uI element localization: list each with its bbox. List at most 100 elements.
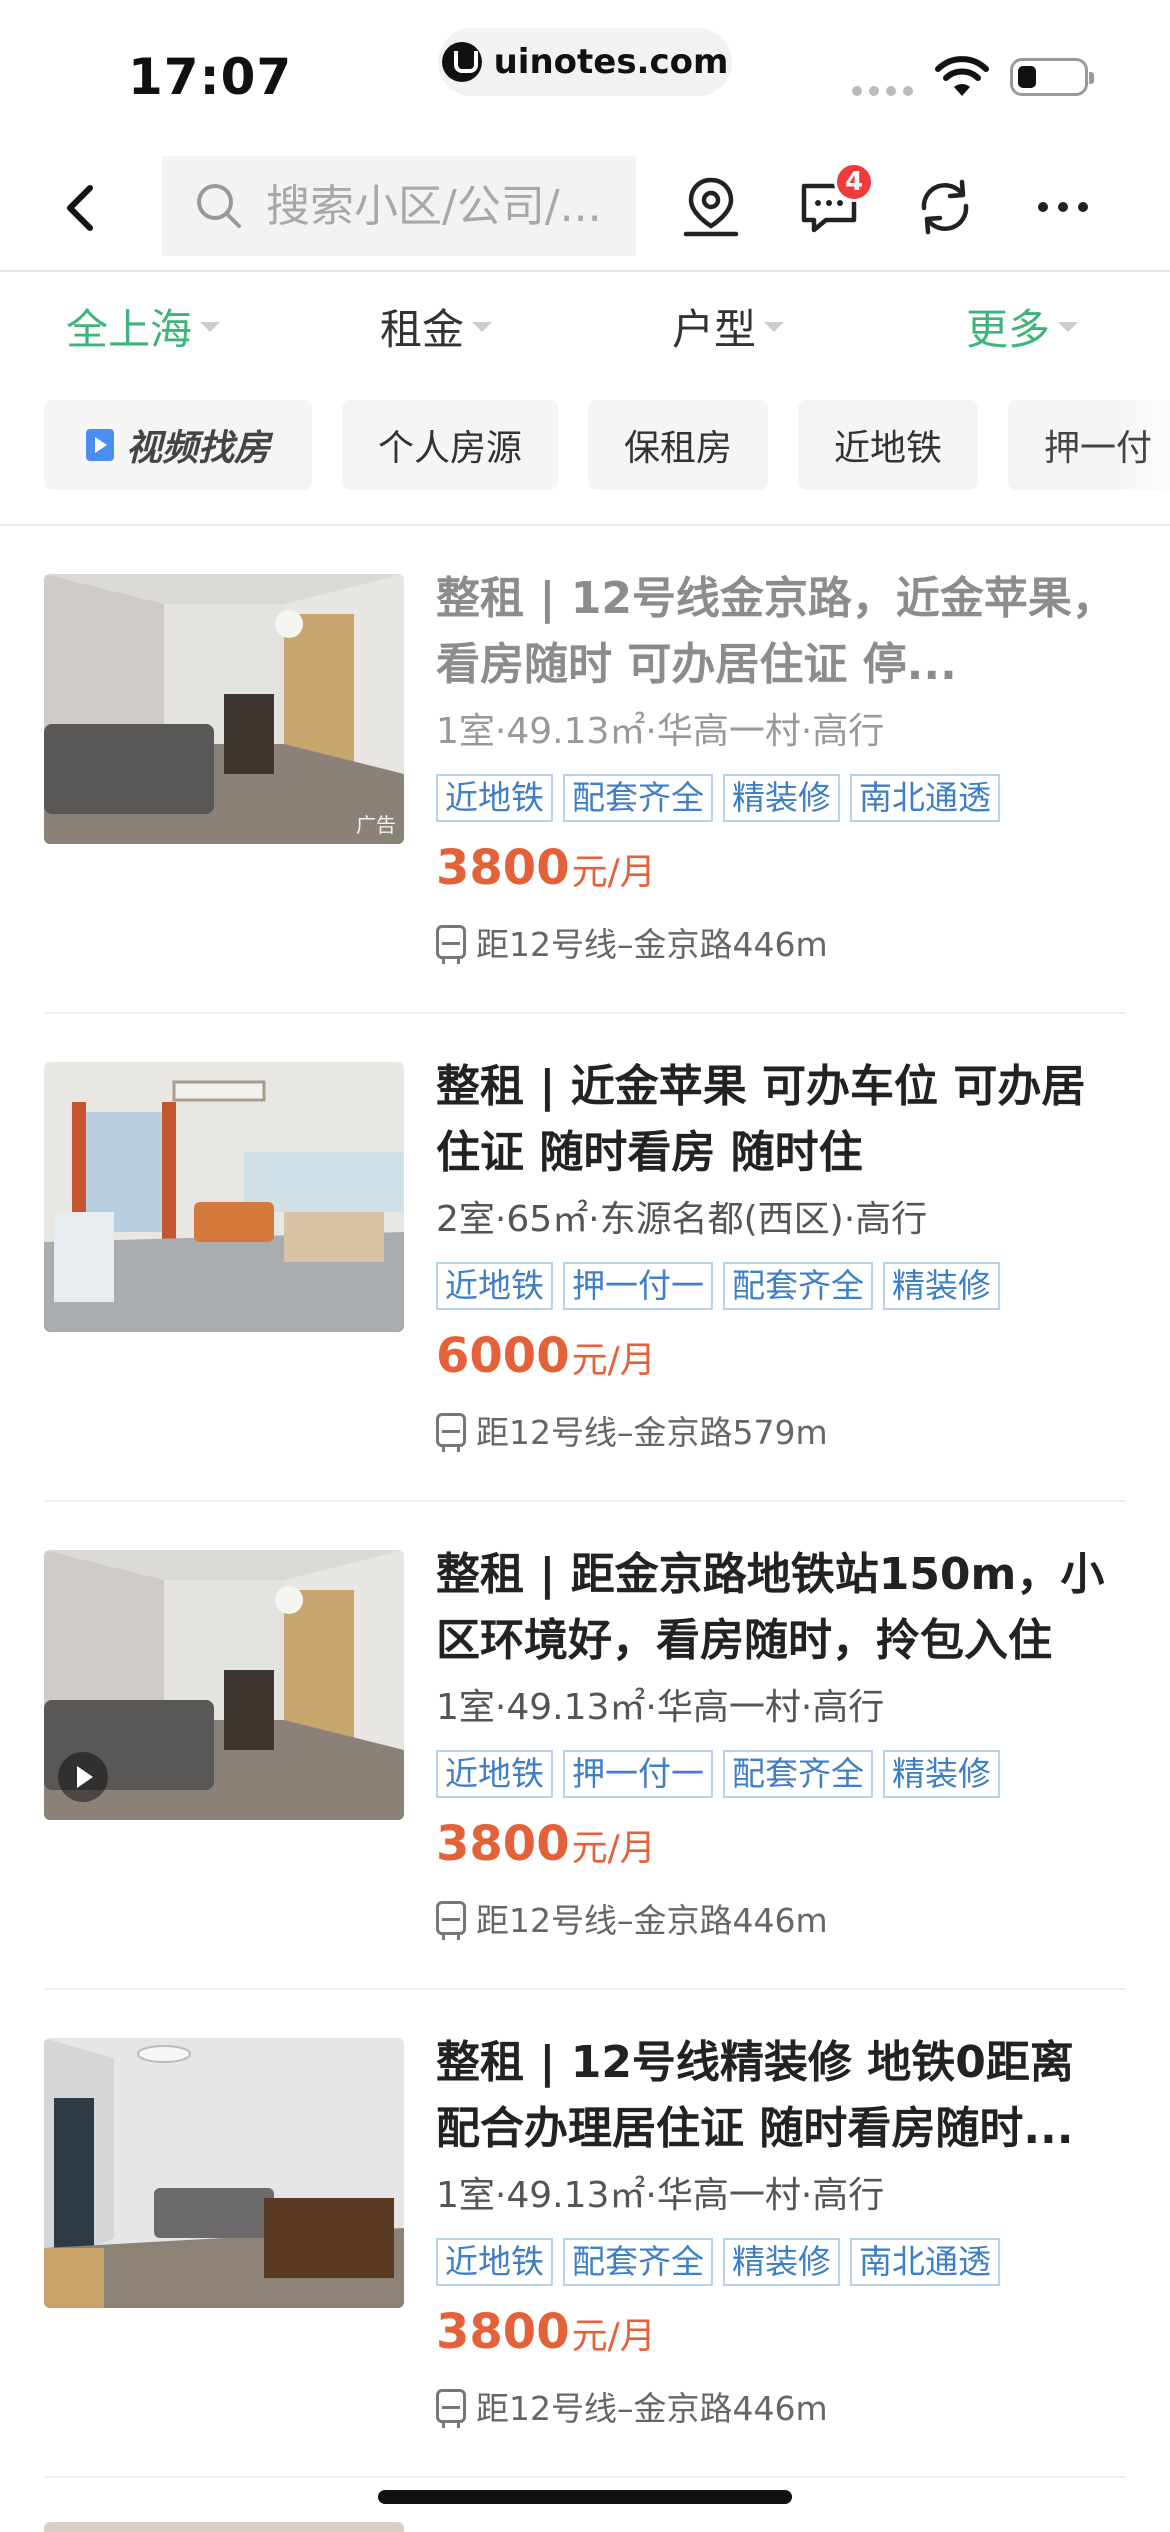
listing-photo — [44, 2038, 404, 2308]
url-text: uinotes.com — [493, 42, 729, 82]
message-badge: 4 — [834, 162, 874, 202]
feature-tag: 近地铁 — [436, 774, 553, 822]
feature-tag: 配套齐全 — [723, 1750, 873, 1798]
quick-tag-label: 视频找房 — [125, 428, 270, 469]
filter-region[interactable]: 全上海 — [66, 296, 221, 357]
listing-meta: 2室·65㎡·东源名都(西区)·高行 — [436, 1199, 928, 1240]
subway-distance: 距12号线–金京路446m — [476, 925, 828, 964]
subway-icon — [436, 1413, 466, 1452]
subway-icon — [436, 2389, 466, 2428]
filter-row: 全上海 租金 户型 更多 — [0, 274, 1170, 382]
price-value: 3800 — [436, 840, 570, 896]
price-value: 6000 — [436, 1328, 570, 1384]
listing-card[interactable]: 广告 整租 | 12号线金京路，近金苹果，看房随时 可办居住证 停... 1室·… — [44, 526, 1126, 1014]
feature-tag: 押一付一 — [563, 1750, 713, 1798]
subway-icon — [436, 925, 466, 964]
feature-tag: 近地铁 — [436, 1750, 553, 1798]
listing-photo — [44, 1550, 404, 1820]
listing-tags: 近地铁 押一付一 配套齐全 精装修 — [436, 1750, 1126, 1798]
price-unit: 元/月 — [571, 852, 656, 893]
feature-tag: 精装修 — [883, 1750, 1000, 1798]
filter-more[interactable]: 更多 — [966, 296, 1079, 357]
feature-tag: 配套齐全 — [723, 1262, 873, 1310]
listing-title: 整租 | 近金苹果 可办车位 可办居住证 随时看房 随时住 — [436, 1061, 1086, 1178]
quick-tag-deposit[interactable]: 押一付 — [1008, 400, 1170, 490]
search-box[interactable] — [162, 156, 636, 256]
listing-card[interactable]: 整租 | 近金苹果 可办车位 可办居住证 随时看房 随时住 2室·65㎡·东源名… — [44, 1014, 1126, 1502]
listing-title: 整租 | 距金京路地铁站150m，小区环境好，看房随时，拎包入住 — [436, 1549, 1105, 1666]
listing-meta: 1室·49.13㎡·华高一村·高行 — [436, 711, 885, 752]
subway-distance: 距12号线–金京路446m — [476, 1901, 828, 1940]
filter-rent[interactable]: 租金 — [380, 296, 493, 357]
listing-meta: 1室·49.13㎡·华高一村·高行 — [436, 2175, 885, 2216]
quick-tag-label: 押一付 — [1044, 428, 1153, 469]
listing-info: 整租 | 12号线金京路，近金苹果，看房随时 可办居住证 停... 1室·49.… — [436, 566, 1126, 968]
price-unit: 元/月 — [571, 2316, 656, 2357]
refresh-icon[interactable] — [912, 174, 978, 240]
quick-tag-row: 视频找房 个人房源 保租房 近地铁 押一付 — [44, 400, 1170, 490]
feature-tag: 近地铁 — [436, 2238, 553, 2286]
feature-tag: 押一付一 — [563, 1262, 713, 1310]
chevron-down-icon — [1058, 321, 1079, 332]
listing-tags: 近地铁 押一付一 配套齐全 精装修 — [436, 1262, 1126, 1310]
subway-distance: 距12号线–金京路446m — [476, 2389, 828, 2428]
quick-tag-label: 个人房源 — [377, 428, 522, 469]
chevron-down-icon — [764, 321, 785, 332]
url-pill[interactable]: uinotes.com — [438, 28, 732, 96]
feature-tag: 精装修 — [723, 774, 840, 822]
listing-subway: 距12号线–金京路446m — [436, 916, 1126, 968]
quick-tag-guaranteed[interactable]: 保租房 — [588, 400, 768, 490]
price-unit: 元/月 — [571, 1828, 656, 1869]
feature-tag: 精装修 — [883, 1262, 1000, 1310]
quick-tag-label: 保租房 — [623, 428, 732, 469]
status-bar: 17:07 uinotes.com — [0, 0, 1170, 140]
listing-tags: 近地铁 配套齐全 精装修 南北通透 — [436, 2238, 1126, 2286]
search-icon — [197, 184, 241, 228]
back-icon[interactable] — [50, 176, 114, 240]
feature-tag: 近地铁 — [436, 1262, 553, 1310]
quick-tag-personal[interactable]: 个人房源 — [342, 400, 558, 490]
listing-info: 整租 | 近金苹果 可办车位 可办居住证 随时看房 随时住 2室·65㎡·东源名… — [436, 1054, 1126, 1456]
feature-tag: 精装修 — [723, 2238, 840, 2286]
quick-tag-video[interactable]: 视频找房 — [44, 400, 312, 490]
search-input[interactable] — [266, 180, 616, 232]
play-icon[interactable] — [58, 1752, 108, 1802]
listing-photo — [44, 1062, 404, 1332]
listing-card[interactable]: 整租 | 距金京路地铁站150m，小区环境好，看房随时，拎包入住 1室·49.1… — [44, 1502, 1126, 1990]
filter-layout[interactable]: 户型 — [672, 296, 785, 357]
subway-icon — [436, 1901, 466, 1940]
price-value: 3800 — [436, 2304, 570, 2360]
listing-subway: 距12号线–金京路446m — [436, 1892, 1126, 1944]
listing-price: 3800 元/月 — [436, 840, 1126, 906]
wifi-icon — [935, 56, 989, 96]
price-value: 3800 — [436, 1816, 570, 1872]
filter-rent-label: 租金 — [380, 305, 465, 354]
listing-tags: 近地铁 配套齐全 精装修 南北通透 — [436, 774, 1126, 822]
listing-price: 6000 元/月 — [436, 1328, 1126, 1394]
listing-title: 整租 | 12号线精装修 地铁0距离 配合办理居住证 随时看房随时... — [436, 2037, 1074, 2154]
chevron-down-icon — [200, 321, 221, 332]
listing-info: 整租 | 12号线精装修 地铁0距离 配合办理居住证 随时看房随时... 1室·… — [436, 2030, 1126, 2432]
quick-tag-label: 近地铁 — [833, 428, 942, 469]
listing-info: 整租 | 距金京路地铁站150m，小区环境好，看房随时，拎包入住 1室·49.1… — [436, 1542, 1126, 1944]
filter-more-label: 更多 — [966, 305, 1051, 354]
nav-bar: 4 — [0, 140, 1170, 272]
chevron-down-icon — [472, 321, 493, 332]
quick-tag-subway[interactable]: 近地铁 — [798, 400, 978, 490]
listing-price: 3800 元/月 — [436, 1816, 1126, 1882]
signal-icon — [852, 86, 913, 96]
feature-tag: 配套齐全 — [563, 2238, 713, 2286]
listing-title: 整租 | 12号线金京路，近金苹果，看房随时 可办居住证 停... — [436, 573, 1116, 690]
battery-icon — [1010, 58, 1094, 96]
listing-price: 3800 元/月 — [436, 2304, 1126, 2370]
video-icon — [85, 429, 114, 461]
home-indicator[interactable] — [378, 2490, 792, 2504]
listing-subway: 距12号线–金京路446m — [436, 2380, 1126, 2432]
more-icon[interactable] — [1030, 174, 1096, 240]
filter-region-label: 全上海 — [66, 305, 193, 354]
location-pin-icon[interactable] — [678, 174, 744, 240]
listing-card[interactable]: 整租 | 12号线精装修 地铁0距离 配合办理居住证 随时看房随时... 1室·… — [44, 1990, 1126, 2478]
filter-layout-label: 户型 — [672, 305, 757, 354]
listing-photo: 广告 — [44, 574, 404, 844]
subway-distance: 距12号线–金京路579m — [476, 1413, 828, 1452]
